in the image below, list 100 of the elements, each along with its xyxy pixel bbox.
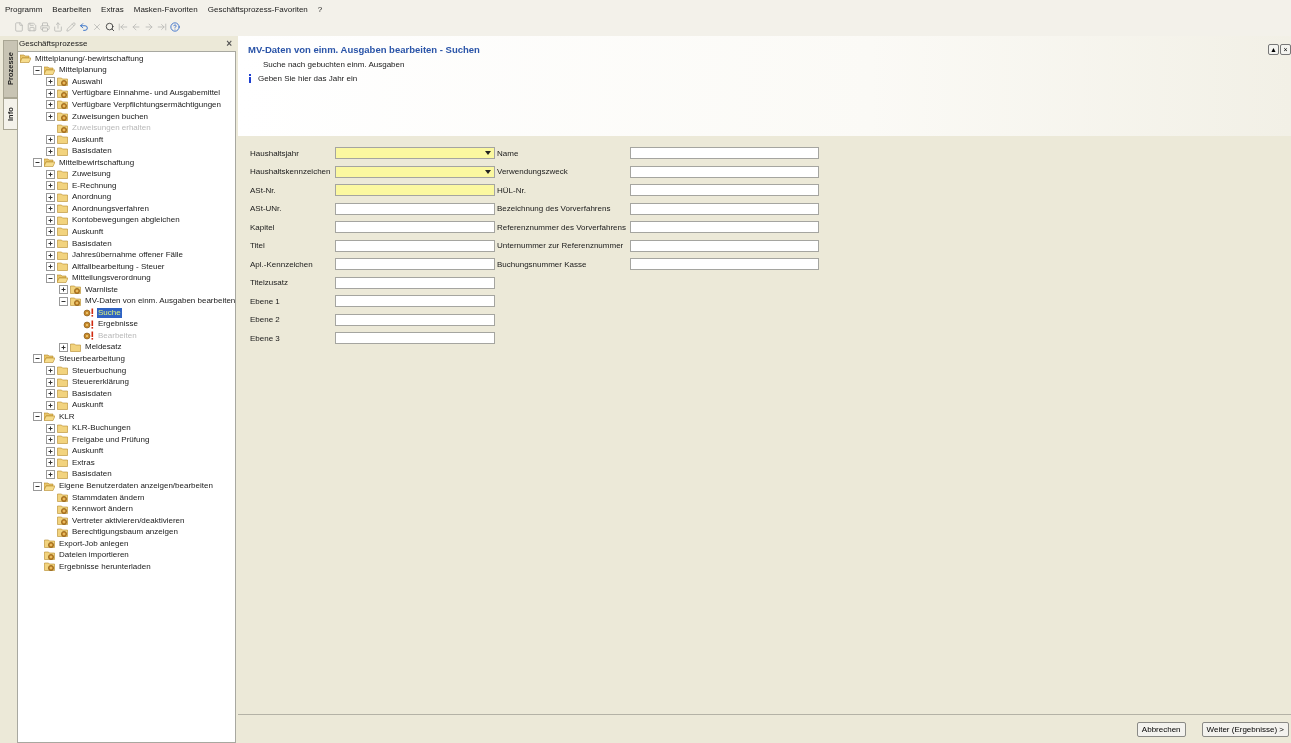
menu-item[interactable]: Extras: [101, 4, 124, 14]
tree-item[interactable]: Eigene Benutzerdaten anzeigen/bearbeiten: [58, 481, 214, 491]
input-field[interactable]: [335, 332, 495, 344]
tree-item[interactable]: Auskunft: [71, 226, 105, 237]
expand-icon[interactable]: [46, 250, 55, 260]
collapse-icon[interactable]: [33, 481, 42, 491]
expand-icon[interactable]: [46, 100, 55, 110]
collapse-icon[interactable]: [33, 354, 42, 364]
expand-icon[interactable]: [46, 458, 55, 468]
expand-icon[interactable]: [46, 88, 55, 98]
tree-item[interactable]: Steuerbuchung: [71, 365, 128, 376]
input-field[interactable]: [335, 202, 495, 215]
menu-item[interactable]: ?: [317, 4, 323, 14]
expand-icon[interactable]: [46, 169, 55, 179]
dialog-button[interactable]: Abbrechen: [1136, 721, 1186, 737]
collapse-icon[interactable]: [33, 412, 42, 422]
tree-item[interactable]: Verfügbare Einnahme- und Ausgabemittel: [71, 88, 222, 99]
expand-icon[interactable]: [46, 112, 55, 121]
collapse-icon[interactable]: [33, 65, 42, 75]
dropdown-field[interactable]: [335, 147, 495, 159]
tree-item[interactable]: Verfügbare Verpflichtungsermächtigungen: [71, 99, 222, 110]
expand-icon[interactable]: [46, 262, 55, 272]
tree-item[interactable]: Basisdaten: [71, 388, 113, 399]
tree-item[interactable]: E-Rechnung: [71, 180, 118, 191]
input-field[interactable]: [630, 202, 819, 215]
tree-item[interactable]: Mitteilungsverordnung: [71, 273, 152, 284]
input-field[interactable]: [630, 258, 819, 270]
dropdown-field[interactable]: [335, 165, 495, 178]
expand-icon[interactable]: [46, 77, 55, 87]
menu-item[interactable]: Geschäftsprozess-Favoriten: [207, 4, 308, 14]
expand-icon[interactable]: [46, 389, 55, 399]
tree-item[interactable]: Warnliste: [84, 284, 120, 295]
tree-item[interactable]: Vertreter aktivieren/deaktivieren: [71, 515, 186, 526]
menu-item[interactable]: Programm: [5, 4, 43, 14]
input-field[interactable]: [335, 313, 495, 326]
expand-icon[interactable]: [46, 366, 55, 376]
tree-item[interactable]: Mittelbewirtschaftung: [58, 157, 136, 168]
input-field[interactable]: [630, 165, 819, 178]
expand-icon[interactable]: [46, 377, 55, 387]
tree-item[interactable]: Export-Job anlegen: [58, 538, 130, 549]
tree-item[interactable]: Freigabe und Prüfung: [71, 434, 151, 445]
tree-item[interactable]: Steuerbearbeitung: [58, 354, 126, 364]
tree-item[interactable]: Jahresübernahme offener Fälle: [71, 250, 185, 261]
tree-item[interactable]: Berechtigungsbaum anzeigen: [71, 527, 179, 538]
input-field[interactable]: [335, 276, 495, 289]
input-field[interactable]: [335, 184, 495, 196]
expand-icon[interactable]: [46, 146, 55, 156]
input-field[interactable]: [335, 239, 495, 252]
input-field[interactable]: [630, 221, 819, 233]
tree-item[interactable]: Auskunft: [71, 400, 105, 411]
expand-icon[interactable]: [46, 204, 55, 214]
menu-item[interactable]: Masken-Favoriten: [133, 4, 198, 14]
expand-icon[interactable]: [46, 423, 55, 433]
collapse-icon[interactable]: [59, 296, 68, 306]
tree-item[interactable]: Zuweisung: [71, 169, 112, 180]
tree-item[interactable]: Suche: [97, 307, 122, 318]
input-field[interactable]: [630, 239, 819, 252]
expand-icon[interactable]: [59, 342, 68, 352]
tree-item[interactable]: Meldesatz: [84, 342, 123, 353]
undo-icon[interactable]: [79, 22, 89, 32]
expand-icon[interactable]: [46, 192, 55, 202]
tree-item[interactable]: Basisdaten: [71, 146, 113, 157]
tree-item[interactable]: Ergebnisse: [97, 319, 140, 330]
expand-icon[interactable]: [46, 446, 55, 456]
tree-item[interactable]: Auskunft: [71, 446, 105, 457]
tree-item[interactable]: KLR: [58, 411, 76, 422]
tree-item[interactable]: MV-Daten von einm. Ausgaben bearbeiten: [84, 296, 237, 307]
expand-icon[interactable]: [46, 181, 55, 191]
tree-item[interactable]: Steuererklärung: [71, 377, 130, 388]
input-field[interactable]: [630, 184, 819, 196]
expand-icon[interactable]: [46, 227, 55, 237]
tree-item[interactable]: Kennwort ändern: [71, 504, 134, 515]
close-button[interactable]: ×: [226, 38, 232, 49]
tree-item[interactable]: Mittelplanung: [58, 65, 108, 76]
tree-item[interactable]: Stammdaten ändern: [71, 492, 146, 503]
tree-item[interactable]: Mittelplanung/-bewirtschaftung: [34, 53, 145, 64]
tree-item[interactable]: Extras: [71, 457, 96, 468]
tree-item[interactable]: Dateien importieren: [58, 550, 130, 561]
expand-icon[interactable]: [46, 469, 55, 479]
tree-item[interactable]: Auskunft: [71, 134, 105, 145]
tree-item[interactable]: Altfallbearbeitung - Steuer: [71, 261, 166, 272]
expand-icon[interactable]: [46, 435, 55, 445]
expand-icon[interactable]: [46, 239, 55, 248]
search-icon[interactable]: [105, 22, 115, 32]
input-field[interactable]: [335, 258, 495, 270]
input-field[interactable]: [335, 295, 495, 307]
input-field[interactable]: [630, 147, 819, 159]
collapse-icon[interactable]: [33, 158, 42, 168]
tree-item[interactable]: Anordnungsverfahren: [71, 203, 150, 214]
tree-item[interactable]: Zuweisungen buchen: [71, 111, 150, 122]
tree-item[interactable]: Auswahl: [71, 76, 104, 87]
expand-icon[interactable]: [46, 400, 55, 410]
dialog-button[interactable]: Weiter (Ergebnisse) >: [1201, 721, 1289, 737]
menu-item[interactable]: Bearbeiten: [52, 4, 92, 14]
input-field[interactable]: [335, 221, 495, 233]
tree-item[interactable]: Anordnung: [71, 192, 113, 203]
collapse-icon[interactable]: [46, 273, 55, 283]
tree-item[interactable]: Basisdaten: [71, 469, 113, 480]
tree-item[interactable]: Ergebnisse herunterladen: [58, 561, 152, 572]
expand-icon[interactable]: [46, 135, 55, 145]
